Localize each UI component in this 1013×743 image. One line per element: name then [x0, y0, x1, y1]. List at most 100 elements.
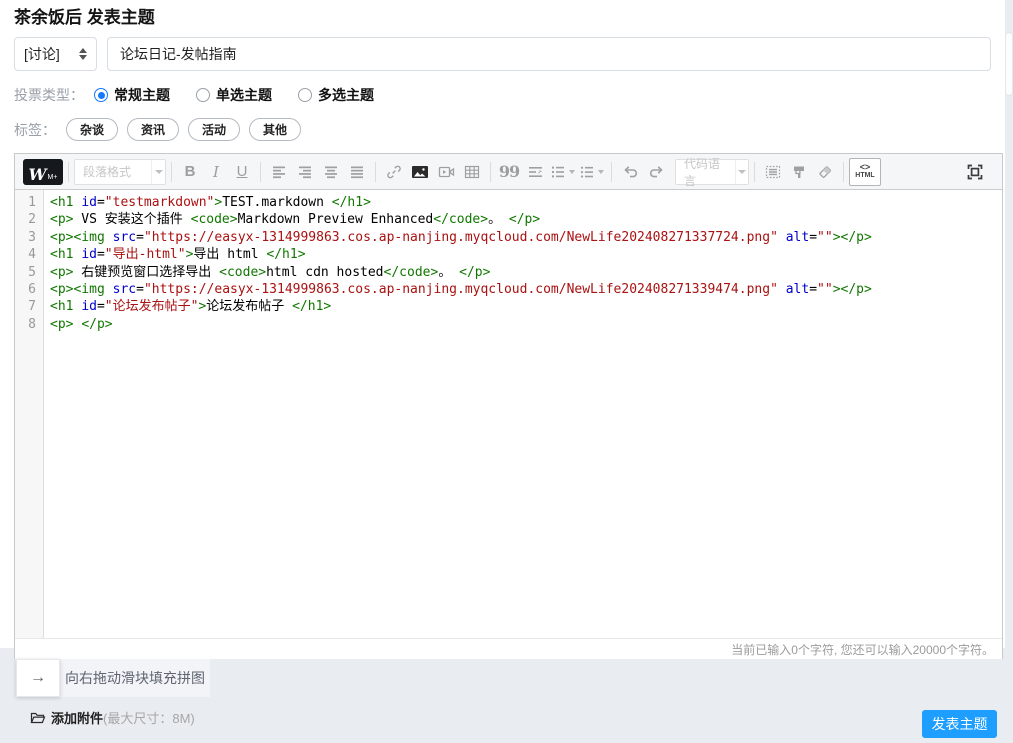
- topic-title-input[interactable]: [107, 37, 991, 71]
- line-number: 5: [28, 264, 36, 280]
- redo-icon: [649, 165, 663, 177]
- code-line[interactable]: <p><img src="https://easyx-1314999863.co…: [50, 281, 1002, 298]
- code-block-icon: [765, 165, 781, 178]
- paragraph-format-value: 段落格式: [83, 165, 132, 179]
- toolbar-separator: [754, 161, 755, 182]
- quote-button[interactable]: 99: [496, 159, 522, 185]
- ordered-list-button[interactable]: [548, 159, 577, 185]
- format-painter-icon: [794, 166, 804, 178]
- poll-type-row: 投票类型： 常规主题 单选主题 多选主题: [14, 85, 991, 105]
- tag-pill[interactable]: 杂谈: [66, 118, 119, 141]
- attachment-size-hint: (最大尺寸：8M): [103, 711, 195, 726]
- eraser-icon: [819, 165, 831, 178]
- tag-pill[interactable]: 活动: [188, 118, 241, 141]
- line-number: 8: [28, 316, 36, 332]
- html-source-icon: <>: [859, 162, 871, 172]
- align-left-icon: [273, 166, 285, 178]
- fullscreen-button[interactable]: [962, 159, 988, 185]
- italic-icon: I: [213, 162, 219, 181]
- tag-list: 杂谈 资讯 活动 其他: [66, 118, 310, 141]
- line-number: 6: [28, 282, 36, 298]
- tag-pill[interactable]: 其他: [249, 118, 302, 141]
- underline-button[interactable]: U: [229, 159, 255, 185]
- italic-button[interactable]: I: [203, 159, 229, 185]
- redo-button[interactable]: [643, 159, 669, 185]
- tag-pill[interactable]: 资讯: [127, 118, 180, 141]
- align-center-button[interactable]: [318, 159, 344, 185]
- unordered-list-button[interactable]: [577, 159, 606, 185]
- main-panel: 茶余饭后 发表主题 [讨论] 投票类型： 常规主题 单选主题 多选主题 标签： 杂谈…: [0, 0, 1005, 659]
- tags-row: 标签： 杂谈 资讯 活动 其他: [14, 118, 991, 141]
- align-right-icon: [299, 166, 311, 178]
- add-attachment-link[interactable]: 添加附件 (最大尺寸：8M): [30, 708, 195, 727]
- editor-toolbar: W M+ 段落格式 B I U 99 代码语言 <> HTML: [15, 154, 1002, 190]
- line-number: 4: [28, 247, 36, 263]
- toolbar-separator: [260, 161, 261, 182]
- code-line[interactable]: <p> 右键预览窗口选择导出 <code>html cdn hosted</co…: [50, 264, 1002, 281]
- paragraph-format-select[interactable]: 段落格式: [74, 158, 166, 185]
- slider-prompt: 向右拖动滑块填充拼图: [65, 670, 205, 686]
- video-icon: [438, 166, 454, 177]
- image-button[interactable]: [407, 159, 433, 185]
- chevron-down-icon: [598, 169, 604, 174]
- logo-mplus: M+: [47, 173, 58, 181]
- rich-text-editor: W M+ 段落格式 B I U 99 代码语言 <> HTML 1 2 3 4 …: [14, 153, 1003, 659]
- category-select[interactable]: [讨论]: [14, 37, 97, 71]
- poll-option-label: 多选主题: [318, 87, 374, 103]
- align-justify-button[interactable]: [344, 159, 370, 185]
- radio-unchecked-icon[interactable]: [196, 88, 210, 102]
- wang-editor-logo-icon[interactable]: W M+: [23, 158, 63, 185]
- table-icon: [464, 165, 480, 178]
- code-line[interactable]: <p><img src="https://easyx-1314999863.co…: [50, 229, 1002, 246]
- video-button[interactable]: [433, 159, 459, 185]
- bold-button[interactable]: B: [177, 159, 203, 185]
- scrollbar-thumb[interactable]: [1005, 32, 1013, 96]
- underline-icon: U: [236, 163, 248, 180]
- align-right-button[interactable]: [292, 159, 318, 185]
- submit-topic-button[interactable]: 发表主题: [922, 710, 997, 738]
- poll-option-label: 单选主题: [216, 87, 272, 103]
- toolbar-separator: [375, 161, 376, 182]
- eraser-button[interactable]: [812, 159, 838, 185]
- code-block-button[interactable]: [760, 159, 786, 185]
- add-attachment-label: 添加附件: [51, 711, 104, 726]
- html-source-button[interactable]: <> HTML: [849, 157, 881, 186]
- page-scrollbar[interactable]: [1005, 0, 1013, 743]
- ordered-list-icon: [552, 166, 564, 177]
- unordered-list-icon: [580, 166, 593, 178]
- poll-option-label: 常规主题: [114, 87, 170, 103]
- table-button[interactable]: [459, 159, 485, 185]
- category-select-value: [讨论]: [24, 46, 60, 62]
- poll-option[interactable]: 多选主题: [298, 85, 374, 105]
- code-language-value: 代码语言: [684, 156, 721, 188]
- poll-option[interactable]: 单选主题: [196, 85, 272, 105]
- code-language-select[interactable]: 代码语言: [675, 157, 749, 188]
- code-line[interactable]: <h1 id="导出-html">导出 html </h1>: [50, 246, 1002, 263]
- code-editor-area[interactable]: 1 23 45 678 <h1 id="testmarkdown">TEST.mark…: [15, 190, 1002, 638]
- undo-button[interactable]: [617, 159, 643, 185]
- toolbar-separator: [611, 161, 612, 182]
- link-icon: [387, 165, 401, 178]
- toolbar-separator: [843, 161, 844, 182]
- poll-type-label: 投票类型：: [14, 87, 84, 103]
- align-left-button[interactable]: [266, 159, 292, 185]
- editor-code[interactable]: <h1 id="testmarkdown">TEST.markdown </h1…: [45, 190, 1002, 333]
- quote-icon: 99: [498, 161, 520, 181]
- chevron-down-icon: [151, 159, 165, 184]
- char-count: 当前已输入0个字符, 您还可以输入20000个字符。: [731, 642, 994, 657]
- indent-button[interactable]: [522, 159, 548, 185]
- toolbar-separator: [490, 161, 491, 182]
- poll-option[interactable]: 常规主题: [94, 85, 170, 105]
- line-number: 3: [28, 229, 36, 245]
- radio-unchecked-icon[interactable]: [298, 88, 312, 102]
- undo-icon: [623, 165, 637, 177]
- code-line[interactable]: <h1 id="论坛发布帖子">论坛发布帖子 </h1>: [50, 298, 1002, 315]
- tags-label: 标签：: [14, 121, 56, 138]
- link-button[interactable]: [381, 159, 407, 185]
- radio-checked-icon[interactable]: [94, 88, 108, 102]
- slider-handle[interactable]: →: [16, 659, 60, 697]
- format-painter-button[interactable]: [786, 159, 812, 185]
- code-line[interactable]: <p> VS 安装这个插件 <code>Markdown Preview Enh…: [50, 211, 1002, 228]
- code-line[interactable]: <p> </p>: [50, 316, 1002, 333]
- code-line[interactable]: <h1 id="testmarkdown">TEST.markdown </h1…: [50, 194, 1002, 211]
